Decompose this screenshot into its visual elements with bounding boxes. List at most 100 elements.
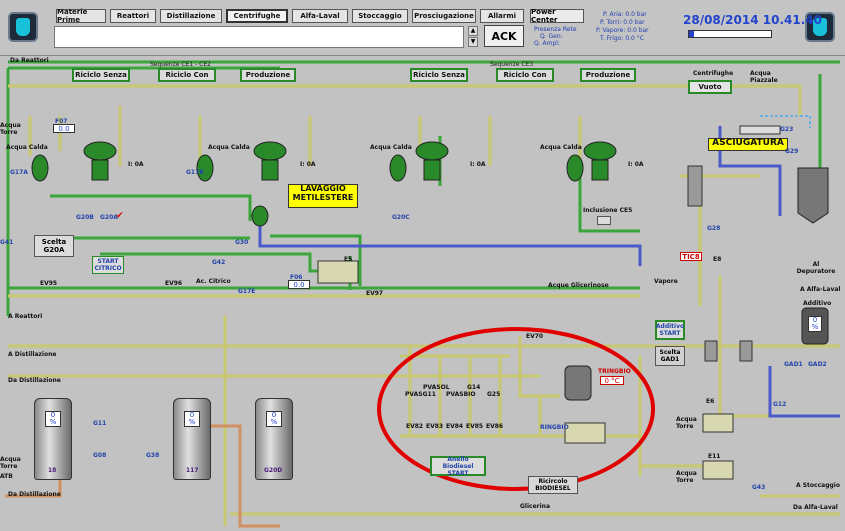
additivo-label: Additivo — [803, 300, 832, 307]
e6-label: E6 — [706, 398, 715, 405]
g12-label: G12 — [773, 401, 787, 408]
current-readout-1: I: 0A — [128, 161, 144, 168]
g38-label: G38 — [146, 452, 160, 459]
p-torri-readout: P. Torri: 0.0 bar — [600, 19, 645, 26]
ce3-ricircolo-senza-button[interactable]: Riciclo Senza — [410, 68, 468, 82]
nav-materie-prime[interactable]: Materie Prime — [56, 8, 106, 24]
centrifughe-label: Centrifughe — [693, 70, 734, 77]
current-readout-3: I: 0A — [470, 161, 486, 168]
nav-distillazione[interactable]: Distillazione — [160, 9, 222, 23]
g23-label: G23 — [780, 126, 794, 133]
ack-button[interactable]: ACK — [484, 25, 524, 47]
checkmark-icon: ✔ — [116, 211, 124, 221]
alarm-message-box[interactable] — [54, 26, 464, 48]
logo-icon — [8, 12, 38, 42]
q-gen-label: Q. Gen: — [540, 33, 563, 40]
g11-label: G11 — [93, 420, 107, 427]
nav-prosciugazione[interactable]: Prosciugazione — [412, 9, 476, 23]
pvasg11-label: PVASG11 — [405, 391, 436, 398]
p-aria-readout: P. Aria: 0.0 bar — [603, 11, 647, 18]
g14-label: G14 — [467, 384, 481, 391]
tringbio-label: TRINGBIO — [598, 368, 631, 375]
power-center-button[interactable]: Power Center — [530, 8, 584, 24]
ce1-ricircolo-con-button[interactable]: Riciclo Con — [158, 68, 216, 82]
progress-bar — [688, 30, 772, 38]
current-readout-4: I: 0A — [628, 161, 644, 168]
ce3-ricircolo-con-button[interactable]: Riciclo Con — [496, 68, 554, 82]
acido-citrico-label: Ac. Citrico — [196, 278, 231, 285]
g08-label: G08 — [93, 452, 107, 459]
a-stoccaggio-label: A Stoccaggio — [796, 482, 840, 489]
nav-alfa-laval[interactable]: Alfa-Laval — [292, 9, 348, 23]
g42-label: G42 — [212, 259, 226, 266]
nav-centrifughe[interactable]: Centrifughe — [226, 9, 288, 23]
atb-label: ATB — [0, 473, 13, 480]
ce1-ricircolo-senza-button[interactable]: Riciclo Senza — [72, 68, 130, 82]
acqua-calda-label-3: Acqua Calda — [370, 144, 412, 151]
vuoto-button[interactable]: Vuoto — [688, 80, 732, 94]
start-citrico-button[interactable]: START CITRICO — [92, 256, 124, 274]
ev86-label: EV86 — [486, 423, 504, 430]
p-vapore-readout: P. Vapore: 0.0 bar — [596, 27, 649, 34]
q-ampl-label: Q. Ampl: — [534, 40, 560, 47]
g41-label: G41 — [0, 239, 14, 246]
scelta-gad1-button[interactable]: Scelta GAD1 — [655, 346, 685, 366]
vapore-label: Vapore — [654, 278, 678, 285]
e8-label: E8 — [713, 256, 722, 263]
acqua-calda-label-4: Acqua Calda — [540, 144, 582, 151]
f06-value: 0.0 — [288, 280, 310, 289]
ev70-label: EV70 — [526, 333, 544, 340]
glicerina-label: Glicerina — [520, 503, 550, 510]
scroll-up-button[interactable]: ▲ — [468, 26, 478, 36]
acqua-torre-label-ringbio: Acqua Torre — [0, 456, 21, 470]
e5-label: E5 — [344, 256, 353, 263]
top-bar: Materie Prime Reattori Distillazione Cen… — [0, 0, 845, 56]
tringbio-value: 0 °C — [600, 376, 624, 385]
e11-label: E11 — [708, 453, 721, 460]
lavaggio-metilestere-label: LAVAGGIO METILESTERE — [288, 184, 358, 208]
g43-label: G43 — [752, 484, 766, 491]
ev95-label: EV95 — [40, 280, 58, 287]
additivo-level: 0% — [808, 316, 822, 332]
nav-reattori[interactable]: Reattori — [110, 9, 156, 23]
asciugatura-label: ASCIUGATURA — [708, 138, 788, 151]
g17a-label: G17A — [10, 169, 28, 176]
g20c-label: G20C — [392, 214, 410, 221]
nav-stoccaggio[interactable]: Stoccaggio — [352, 9, 408, 23]
ev84-label: EV84 — [446, 423, 464, 430]
presenza-rete-label: Presenza Rete — [534, 26, 577, 33]
synoptic-area: Sequenze CE1 - CE2 Sequenze CE3 Riciclo … — [0, 56, 845, 531]
additivo-start-button[interactable]: Additivo START — [655, 320, 685, 340]
ev83-label: EV83 — [426, 423, 444, 430]
al-depuratore-label: Al Depuratore — [796, 261, 836, 275]
storage-tank-g20d: 0% G20D — [255, 398, 293, 480]
ricircolo-biodiesel-button[interactable]: Ricircolo BIODIESEL — [528, 476, 578, 494]
acqua-torre-label-top: Acqua Torre — [0, 122, 21, 136]
inclusione-ce5-toggle[interactable] — [597, 216, 611, 225]
da-distillazione-label: Da Distillazione — [8, 377, 61, 384]
scroll-down-button[interactable]: ▼ — [468, 37, 478, 47]
inclusione-ce5-label: Inclusione CE5 — [583, 207, 633, 214]
da-distillazione-label-2: Da Distillazione — [8, 491, 61, 498]
g17b-label: G17B — [186, 169, 204, 176]
nav-allarmi[interactable]: Allarmi — [480, 9, 524, 23]
f07-value: 0.0 — [53, 124, 75, 133]
ev96-label: EV96 — [165, 280, 183, 287]
acque-glicerinose-label: Acque Glicerinose — [548, 282, 609, 289]
storage-tank-18: 0% 18 — [34, 398, 72, 480]
anello-biodiesel-start-button[interactable]: Anello Biodiesel START — [430, 456, 486, 477]
a-alfa-laval-label: A Alfa-Laval — [800, 286, 841, 293]
da-reattori-label: Da Reattori — [10, 57, 49, 64]
g30-label: G30 — [235, 239, 249, 246]
t-frigo-readout: T. Frigo: 0.0 °C — [600, 35, 644, 42]
pvasbio-label: PVASBIO — [446, 391, 476, 398]
gad1-label: GAD1 — [784, 361, 803, 368]
da-alfa-laval-label: Da Alfa-Laval — [793, 504, 838, 511]
scelta-g20a-button[interactable]: Scelta G20A — [34, 235, 74, 257]
ce1-produzione-button[interactable]: Produzione — [240, 68, 296, 82]
acqua-torre-label-e11: Acqua Torre — [676, 470, 697, 484]
acqua-calda-label-2: Acqua Calda — [208, 144, 250, 151]
g29-label: G29 — [785, 148, 799, 155]
ce3-produzione-button[interactable]: Produzione — [580, 68, 636, 82]
g20b-label: G20B — [76, 214, 94, 221]
